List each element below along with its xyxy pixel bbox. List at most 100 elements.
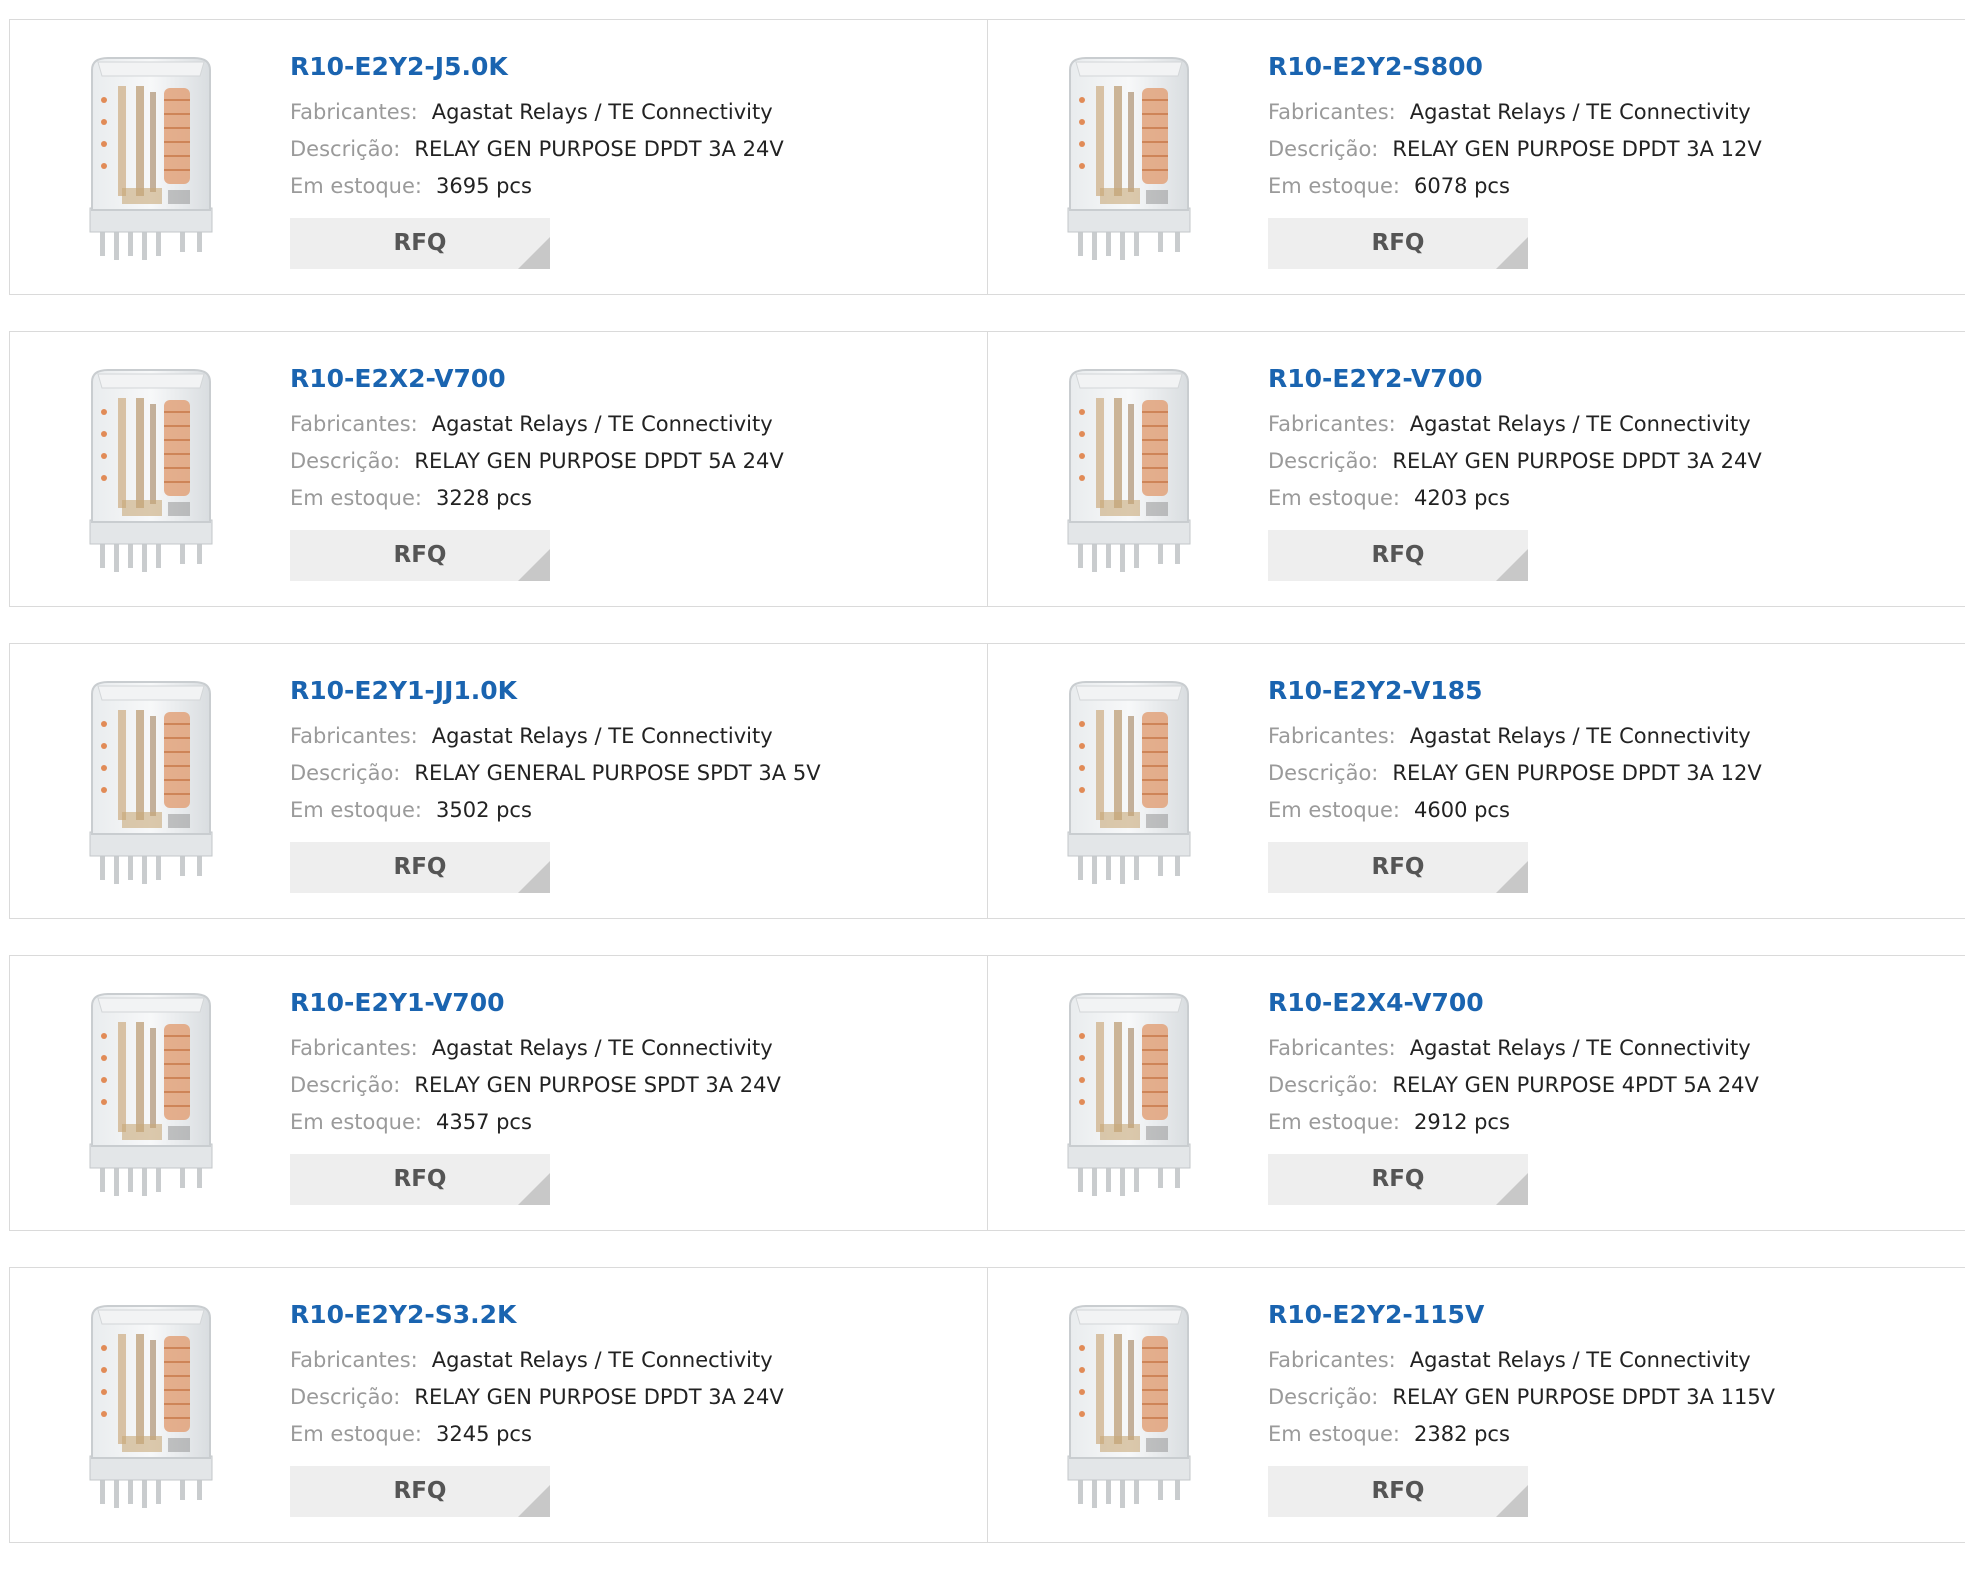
rfq-label: RFQ: [1371, 1166, 1425, 1192]
part-number-link[interactable]: R10-E2Y2-S3.2K: [290, 1298, 978, 1342]
rfq-button[interactable]: RFQ: [1268, 218, 1528, 269]
manufacturer-label: Fabricantes:: [1268, 1348, 1396, 1372]
part-number-link[interactable]: R10-E2Y2-V700: [1268, 362, 1955, 406]
manufacturer-line: Fabricantes: Agastat Relays / TE Connecti…: [1268, 1030, 1955, 1067]
description-value: RELAY GEN PURPOSE DPDT 3A 12V: [1392, 137, 1762, 161]
rfq-corner-decoration: [1496, 237, 1528, 269]
stock-label: Em estoque:: [290, 798, 422, 822]
rfq-button[interactable]: RFQ: [290, 1466, 550, 1517]
description-label: Descrição:: [1268, 449, 1379, 473]
rfq-button[interactable]: RFQ: [1268, 842, 1528, 893]
product-card: R10-E2Y2-S3.2K Fabricantes: Agastat Relay…: [9, 1268, 988, 1542]
relay-image: [89, 57, 213, 260]
stock-label: Em estoque:: [1268, 798, 1400, 822]
manufacturer-value: Agastat Relays / TE Connectivity: [431, 1348, 773, 1372]
stock-label: Em estoque:: [1268, 1422, 1400, 1446]
manufacturer-value: Agastat Relays / TE Connectivity: [431, 412, 773, 436]
manufacturer-label: Fabricantes:: [290, 412, 418, 436]
relay-product-image[interactable]: [52, 664, 252, 898]
description-value: RELAY GEN PURPOSE 4PDT 5A 24V: [1392, 1073, 1759, 1097]
description-label: Descrição:: [1268, 1385, 1379, 1409]
relay-product-image[interactable]: [1030, 1288, 1230, 1522]
description-label: Descrição:: [1268, 137, 1379, 161]
manufacturer-line: Fabricantes: Agastat Relays / TE Connecti…: [1268, 1342, 1955, 1379]
rfq-label: RFQ: [393, 230, 447, 256]
product-card: R10-E2Y2-S800 Fabricantes: Agastat Relays…: [987, 20, 1965, 294]
description-value: RELAY GEN PURPOSE DPDT 3A 24V: [414, 1385, 784, 1409]
manufacturer-value: Agastat Relays / TE Connectivity: [431, 100, 773, 124]
part-number-link[interactable]: R10-E2X4-V700: [1268, 986, 1955, 1030]
relay-image: [89, 369, 213, 572]
manufacturer-label: Fabricantes:: [290, 1036, 418, 1060]
rfq-label: RFQ: [1371, 1478, 1425, 1504]
rfq-corner-decoration: [1496, 1173, 1528, 1205]
rfq-button[interactable]: RFQ: [1268, 1466, 1528, 1517]
part-number-link[interactable]: R10-E2X2-V700: [290, 362, 978, 406]
description-label: Descrição:: [290, 137, 401, 161]
stock-line: Em estoque: 3245 pcs: [290, 1416, 978, 1453]
description-line: Descrição: RELAY GEN PURPOSE SPDT 3A 24V: [290, 1067, 978, 1104]
rfq-button[interactable]: RFQ: [290, 1154, 550, 1205]
rfq-corner-decoration: [518, 861, 550, 893]
relay-product-image[interactable]: [1030, 976, 1230, 1210]
part-number-link[interactable]: R10-E2Y2-115V: [1268, 1298, 1955, 1342]
manufacturer-label: Fabricantes:: [290, 724, 418, 748]
manufacturer-line: Fabricantes: Agastat Relays / TE Connecti…: [290, 94, 978, 131]
rfq-button[interactable]: RFQ: [1268, 530, 1528, 581]
description-label: Descrição:: [290, 1073, 401, 1097]
rfq-button[interactable]: RFQ: [290, 842, 550, 893]
rfq-button[interactable]: RFQ: [290, 218, 550, 269]
relay-product-image[interactable]: [52, 976, 252, 1210]
rfq-label: RFQ: [393, 542, 447, 568]
stock-value: 3695 pcs: [435, 174, 532, 198]
description-line: Descrição: RELAY GEN PURPOSE DPDT 3A 24V: [1268, 443, 1955, 480]
stock-line: Em estoque: 3502 pcs: [290, 792, 978, 829]
product-card: R10-E2Y2-J5.0K Fabricantes: Agastat Relay…: [9, 20, 988, 294]
rfq-button[interactable]: RFQ: [1268, 1154, 1528, 1205]
description-value: RELAY GEN PURPOSE DPDT 3A 24V: [414, 137, 784, 161]
description-value: RELAY GENERAL PURPOSE SPDT 3A 5V: [414, 761, 821, 785]
stock-line: Em estoque: 2382 pcs: [1268, 1416, 1955, 1453]
part-number-link[interactable]: R10-E2Y2-S800: [1268, 50, 1955, 94]
part-number-link[interactable]: R10-E2Y1-V700: [290, 986, 978, 1030]
product-row: R10-E2Y1-JJ1.0K Fabricantes: Agastat Rela…: [9, 643, 1965, 919]
product-info: R10-E2Y1-V700 Fabricantes: Agastat Relays…: [290, 986, 978, 1205]
product-card: R10-E2X4-V700 Fabricantes: Agastat Relays…: [987, 956, 1965, 1230]
relay-product-image[interactable]: [52, 1288, 252, 1522]
relay-image: [89, 681, 213, 884]
product-row: R10-E2X2-V700 Fabricantes: Agastat Relays…: [9, 331, 1965, 607]
stock-label: Em estoque:: [290, 486, 422, 510]
stock-line: Em estoque: 6078 pcs: [1268, 168, 1955, 205]
description-label: Descrição:: [290, 449, 401, 473]
stock-label: Em estoque:: [1268, 486, 1400, 510]
description-line: Descrição: RELAY GEN PURPOSE 4PDT 5A 24V: [1268, 1067, 1955, 1104]
relay-image: [1067, 993, 1191, 1196]
relay-product-image[interactable]: [1030, 352, 1230, 586]
stock-label: Em estoque:: [1268, 1110, 1400, 1134]
relay-product-image[interactable]: [52, 40, 252, 274]
stock-label: Em estoque:: [290, 174, 422, 198]
description-label: Descrição:: [290, 1385, 401, 1409]
manufacturer-line: Fabricantes: Agastat Relays / TE Connecti…: [1268, 406, 1955, 443]
stock-value: 4600 pcs: [1413, 798, 1510, 822]
part-number-link[interactable]: R10-E2Y2-J5.0K: [290, 50, 978, 94]
stock-value: 4357 pcs: [435, 1110, 532, 1134]
stock-line: Em estoque: 3695 pcs: [290, 168, 978, 205]
manufacturer-line: Fabricantes: Agastat Relays / TE Connecti…: [1268, 94, 1955, 131]
description-line: Descrição: RELAY GEN PURPOSE DPDT 3A 12V: [1268, 131, 1955, 168]
product-card: R10-E2X2-V700 Fabricantes: Agastat Relays…: [9, 332, 988, 606]
rfq-button[interactable]: RFQ: [290, 530, 550, 581]
description-label: Descrição:: [1268, 1073, 1379, 1097]
relay-product-image[interactable]: [1030, 40, 1230, 274]
stock-value: 2912 pcs: [1413, 1110, 1510, 1134]
relay-product-image[interactable]: [1030, 664, 1230, 898]
rfq-corner-decoration: [518, 549, 550, 581]
relay-image: [1067, 369, 1191, 572]
part-number-link[interactable]: R10-E2Y2-V185: [1268, 674, 1955, 718]
part-number-link[interactable]: R10-E2Y1-JJ1.0K: [290, 674, 978, 718]
description-label: Descrição:: [1268, 761, 1379, 785]
manufacturer-value: Agastat Relays / TE Connectivity: [1409, 100, 1751, 124]
stock-value: 4203 pcs: [1413, 486, 1510, 510]
relay-product-image[interactable]: [52, 352, 252, 586]
description-value: RELAY GEN PURPOSE SPDT 3A 24V: [414, 1073, 781, 1097]
